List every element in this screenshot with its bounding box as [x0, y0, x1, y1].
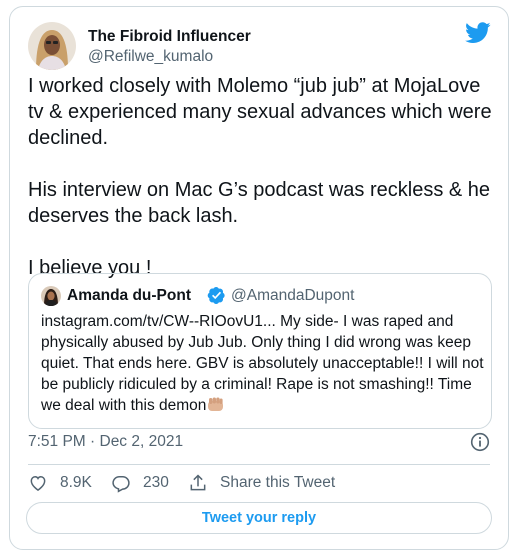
like-count: 8.9K	[60, 474, 92, 491]
share-label: Share this Tweet	[220, 474, 336, 491]
quoted-tweet-text: instagram.com/tv/CW--RIOovU1... My side-…	[41, 311, 485, 416]
reply-bubble-icon	[112, 476, 130, 493]
author-avatar[interactable]	[28, 22, 76, 70]
reply-count: 230	[143, 474, 169, 491]
quoted-author-avatar[interactable]	[41, 286, 61, 306]
reply-action-button[interactable]: 230	[111, 473, 169, 493]
verified-badge-icon	[207, 286, 226, 305]
twitter-bird-icon[interactable]	[465, 22, 491, 44]
raised-fist-emoji-icon	[207, 397, 224, 412]
author-handle[interactable]: @Refilwe_kumalo	[88, 48, 213, 66]
quoted-tweet-body: instagram.com/tv/CW--RIOovU1... My side-…	[41, 313, 484, 414]
divider	[28, 464, 490, 465]
tweet-card: The Fibroid Influencer @Refilwe_kumalo I…	[9, 6, 509, 550]
tweet-paragraph: I worked closely with Molemo “jub jub” a…	[28, 75, 492, 149]
tweet-text: I worked closely with Molemo “jub jub” a…	[28, 73, 498, 281]
tweet-paragraph: His interview on Mac G’s podcast was rec…	[28, 179, 491, 227]
heart-icon	[30, 475, 46, 491]
quoted-author-handle[interactable]: @AmandaDupont	[231, 287, 354, 305]
share-button[interactable]: Share this Tweet	[188, 473, 335, 493]
quoted-author-name[interactable]: Amanda du-Pont	[67, 287, 191, 305]
share-icon	[190, 474, 206, 491]
author-name[interactable]: The Fibroid Influencer	[88, 28, 251, 46]
like-button[interactable]: 8.9K	[28, 473, 92, 493]
info-icon[interactable]	[470, 432, 490, 452]
quoted-tweet[interactable]: Amanda du-Pont @AmandaDupont instagram.c…	[28, 273, 492, 429]
tweet-your-reply-button[interactable]: Tweet your reply	[26, 502, 492, 534]
tweet-timestamp[interactable]: 7:51 PM · Dec 2, 2021	[28, 433, 183, 451]
